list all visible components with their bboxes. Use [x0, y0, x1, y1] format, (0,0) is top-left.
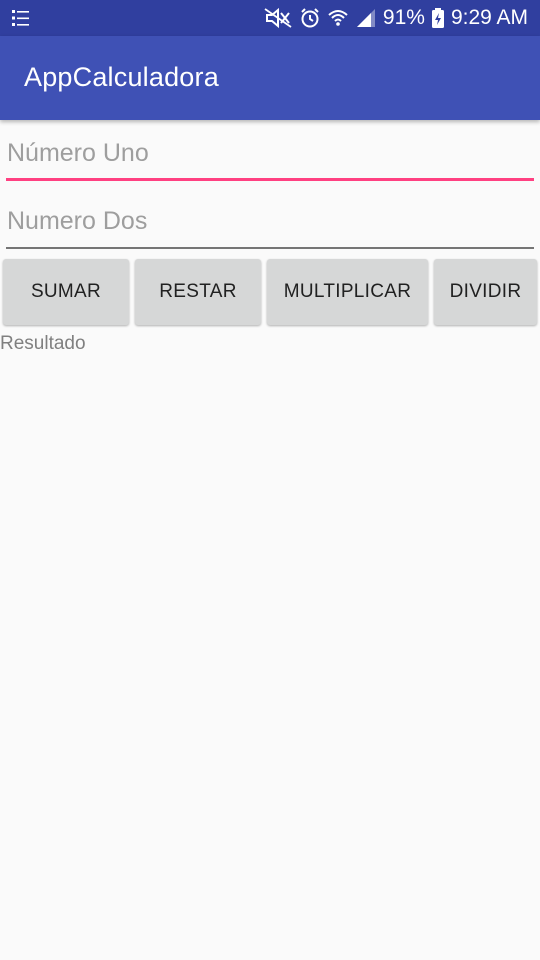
multiplicar-button[interactable]: MULTIPLICAR — [267, 259, 428, 325]
battery-charging-icon — [431, 7, 445, 29]
alarm-icon — [299, 7, 321, 29]
resultado-label: Resultado — [0, 333, 86, 354]
sumar-button[interactable]: SUMAR — [3, 259, 129, 325]
numero-dos-underline — [6, 247, 534, 249]
dividir-button[interactable]: DIVIDIR — [434, 259, 537, 325]
app-bar: AppCalculadora — [0, 36, 540, 120]
app-title: AppCalculadora — [24, 62, 219, 92]
wifi-icon — [327, 7, 349, 29]
status-bar: 91% 9:29 AM — [0, 0, 540, 36]
battery-percent: 91% — [382, 6, 425, 29]
signal-icon — [355, 7, 377, 29]
numero-uno-underline — [6, 178, 534, 181]
restar-button[interactable]: RESTAR — [135, 259, 261, 325]
numero-uno-field — [6, 131, 534, 181]
mute-icon — [263, 7, 293, 29]
numero-dos-field — [6, 199, 534, 249]
notification-list-icon — [10, 7, 32, 29]
numero-dos-input[interactable] — [6, 199, 534, 243]
status-indicators: 91% 9:29 AM — [263, 0, 528, 36]
status-time: 9:29 AM — [450, 6, 528, 29]
numero-uno-input[interactable] — [6, 131, 534, 175]
